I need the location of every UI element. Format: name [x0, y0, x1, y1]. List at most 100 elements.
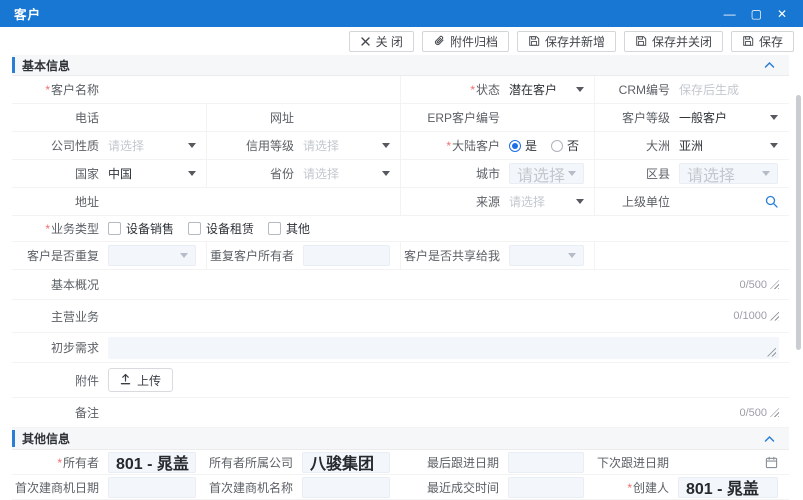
first-opp-date-input[interactable]: [108, 477, 196, 498]
equipment-sales-checkbox[interactable]: 设备销售: [108, 220, 174, 237]
city-label: 城市: [401, 165, 509, 182]
parent-unit-input[interactable]: [679, 195, 788, 208]
province-label: 省份: [207, 165, 303, 182]
mainland-yes-radio[interactable]: 是: [509, 137, 537, 154]
chevron-up-icon[interactable]: [764, 61, 775, 69]
duplicate-owner-label: 重复客户所有者: [207, 247, 303, 264]
continent-select[interactable]: 亚洲: [679, 137, 788, 154]
equipment-lease-checkbox[interactable]: 设备租赁: [188, 220, 254, 237]
form-row: 主营业务 0/1000: [12, 300, 789, 333]
save-and-new-button[interactable]: 保存并新增: [517, 31, 616, 52]
vertical-scrollbar: [795, 55, 802, 500]
district-label: 区县: [595, 165, 679, 182]
form-row: 国家 中国 省份 请选择 城市 请选择 区县 请选择: [12, 160, 789, 188]
form-row: *所有者 801 - 晁盖 所有者所属公司 八骏集团 最后跟进日期 下次跟进日期: [12, 450, 789, 475]
province-select[interactable]: 请选择: [303, 165, 400, 182]
last-follow-date-input[interactable]: [508, 452, 584, 473]
paperclip-icon: [433, 35, 445, 47]
minimize-icon[interactable]: —: [724, 8, 736, 20]
attachment-field: 上传: [108, 368, 789, 392]
grade-select[interactable]: 一般客户: [679, 109, 788, 126]
shared-to-me-select[interactable]: [509, 245, 584, 266]
erp-no-label: ERP客户编号: [401, 109, 509, 126]
main-business-textarea[interactable]: 0/1000: [108, 310, 789, 322]
dropdown-arrow-icon: [770, 143, 778, 148]
section-header-basic-info: 基本信息: [12, 55, 789, 76]
first-opp-name-label: 首次建商机名称: [206, 479, 302, 496]
search-icon[interactable]: [765, 195, 778, 208]
website-label: 网址: [207, 109, 303, 126]
maximize-icon[interactable]: ▢: [751, 8, 762, 20]
section-title: 基本信息: [22, 57, 70, 74]
crm-no-input[interactable]: 保存后生成: [679, 81, 788, 98]
basic-overview-textarea[interactable]: 0/500: [108, 279, 789, 291]
dropdown-arrow-icon: [188, 143, 196, 148]
save-button[interactable]: 保存: [731, 31, 794, 52]
dropdown-arrow-icon: [382, 171, 390, 176]
dropdown-arrow-icon: [762, 171, 770, 176]
company-nature-select[interactable]: 请选择: [108, 137, 206, 154]
window-title: 客户: [14, 4, 41, 23]
last-deal-time-input[interactable]: [508, 477, 584, 498]
creator-input[interactable]: 801 - 晁盖: [678, 477, 778, 498]
window-titlebar: 客户 — ▢ ✕: [0, 0, 803, 27]
attachment-archive-button[interactable]: 附件归档: [422, 31, 509, 52]
resize-handle-icon[interactable]: [770, 280, 779, 289]
form-row: 公司性质 请选择 信用等级 请选择 *大陆客户 是 否 大洲 亚洲: [12, 132, 789, 160]
remark-textarea[interactable]: 0/500: [108, 407, 789, 419]
resize-handle-icon[interactable]: [770, 408, 779, 417]
dropdown-arrow-icon: [568, 171, 576, 176]
address-label: 地址: [12, 193, 108, 210]
close-icon: [360, 36, 371, 47]
radio-selected-icon: [509, 140, 521, 152]
source-select[interactable]: 请选择: [509, 193, 594, 210]
char-counter: 0/500: [739, 407, 767, 419]
company-nature-label: 公司性质: [12, 137, 108, 154]
toolbar: 关 闭 附件归档 保存并新增 保存并关闭 保存: [0, 27, 803, 55]
resize-handle-icon[interactable]: [767, 348, 776, 357]
first-opp-name-input[interactable]: [302, 477, 390, 498]
chevron-up-icon[interactable]: [764, 435, 775, 443]
save-icon: [528, 35, 540, 47]
checkbox-icon: [188, 222, 201, 235]
phone-label: 电话: [12, 109, 108, 126]
credit-level-select[interactable]: 请选择: [303, 137, 400, 154]
scrollbar-thumb[interactable]: [796, 95, 801, 350]
last-deal-time-label: 最近成交时间: [400, 479, 508, 496]
char-counter: 0/1000: [733, 310, 767, 322]
crm-no-label: CRM编号: [595, 81, 679, 98]
char-counter: 0/500: [739, 279, 767, 291]
shared-to-me-label: 客户是否共享给我: [401, 247, 509, 264]
save-and-close-button[interactable]: 保存并关闭: [624, 31, 723, 52]
dropdown-arrow-icon: [382, 143, 390, 148]
district-select[interactable]: 请选择: [679, 163, 778, 184]
mainland-label: *大陆客户: [401, 137, 509, 154]
basic-overview-label: 基本概况: [12, 276, 108, 293]
calendar-icon[interactable]: [765, 456, 778, 469]
mainland-no-radio[interactable]: 否: [551, 137, 579, 154]
next-follow-date-input[interactable]: [678, 456, 788, 469]
parent-unit-label: 上级单位: [595, 193, 679, 210]
status-select[interactable]: 潜在客户: [509, 81, 594, 98]
initial-demand-textarea[interactable]: [108, 337, 779, 359]
owner-input[interactable]: 801 - 晁盖: [108, 452, 196, 473]
owner-company-input[interactable]: 八骏集团: [302, 452, 390, 473]
close-button[interactable]: 关 闭: [349, 31, 414, 52]
business-type-label: *业务类型: [12, 220, 108, 237]
is-duplicate-select[interactable]: [108, 245, 196, 266]
attachment-label: 附件: [12, 372, 108, 389]
form-row: 客户是否重复 重复客户所有者 客户是否共享给我: [12, 242, 789, 270]
owner-label: *所有者: [12, 454, 108, 471]
city-select[interactable]: 请选择: [509, 163, 584, 184]
resize-handle-icon[interactable]: [770, 312, 779, 321]
other-checkbox[interactable]: 其他: [268, 220, 310, 237]
duplicate-owner-input[interactable]: [303, 245, 390, 266]
empty-cell: [594, 242, 788, 269]
form-row: 电话 网址 ERP客户编号 客户等级 一般客户: [12, 104, 789, 132]
upload-button[interactable]: 上传: [108, 368, 173, 392]
credit-level-label: 信用等级: [207, 137, 303, 154]
dropdown-arrow-icon: [188, 171, 196, 176]
country-label: 国家: [12, 165, 108, 182]
close-window-icon[interactable]: ✕: [777, 8, 787, 20]
country-select[interactable]: 中国: [108, 165, 206, 182]
